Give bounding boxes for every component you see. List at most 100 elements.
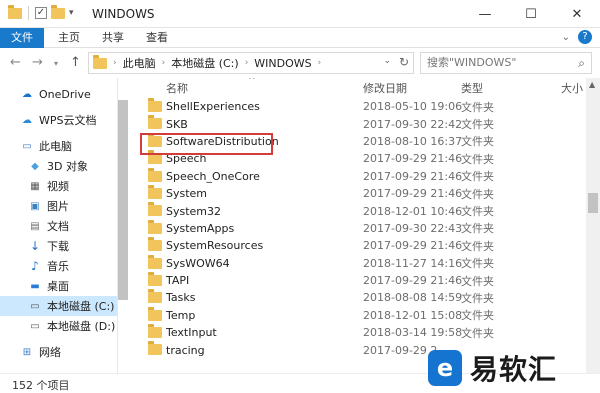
folder-icon	[93, 54, 107, 69]
new-folder-icon[interactable]	[51, 4, 65, 19]
scroll-up-icon[interactable]: ▲	[589, 80, 595, 89]
minimize-button[interactable]: —	[462, 0, 508, 28]
sort-ascending-icon: ^	[248, 78, 256, 86]
list-item[interactable]: SysWOW64 2018-11-27 14:16 文件夹	[128, 254, 586, 272]
sidebar-item-music[interactable]: ♪ 音乐	[0, 256, 117, 276]
sidebar-item-documents[interactable]: ▤ 文档	[0, 216, 117, 236]
chevron-down-icon[interactable]: ⌄	[383, 56, 391, 66]
column-header-size[interactable]: 大小	[561, 78, 583, 100]
chevron-right-icon[interactable]: ›	[245, 58, 249, 68]
back-arrow-icon[interactable]: ←	[10, 55, 21, 70]
file-name: SKB	[166, 117, 188, 131]
wps-icon: ☁	[22, 114, 32, 126]
breadcrumb-local-disk-c[interactable]: 本地磁盘 (C:)	[171, 55, 238, 71]
list-item[interactable]: System32 2018-12-01 10:46 文件夹	[128, 202, 586, 219]
sidebar-item-videos[interactable]: ▦ 视频	[0, 176, 117, 196]
file-list: 名称 ^ 修改日期 类型 大小 ShellExperiences 2018-05-…	[128, 78, 586, 373]
column-header-type[interactable]: 类型	[461, 78, 483, 100]
sidebar-item-this-pc[interactable]: ▭ 此电脑	[0, 136, 117, 156]
sidebar-item-label: 本地磁盘 (C:)	[47, 300, 115, 313]
sidebar-item-local-disk-d[interactable]: ▭ 本地磁盘 (D:)	[0, 316, 117, 336]
file-name: Speech_OneCore	[166, 169, 260, 183]
up-arrow-icon[interactable]: ↑	[70, 55, 81, 70]
file-type: 文件夹	[461, 100, 494, 114]
file-name: tracing	[166, 343, 205, 357]
file-date: 2017-09-29 21:46	[363, 239, 463, 253]
chevron-right-icon[interactable]: ›	[318, 58, 322, 68]
vertical-scrollbar[interactable]: ▲	[586, 78, 600, 373]
list-item[interactable]: TextInput 2018-03-14 19:58 文件夹	[128, 324, 586, 341]
pictures-icon: ▣	[30, 200, 40, 212]
chevron-right-icon[interactable]: ›	[162, 58, 166, 68]
file-name: Tasks	[166, 291, 196, 305]
list-item[interactable]: System 2017-09-29 21:46 文件夹	[128, 184, 586, 202]
folder-icon	[148, 115, 162, 130]
sidebar-item-local-disk-c[interactable]: ▭ 本地磁盘 (C:)	[0, 296, 117, 316]
tab-view[interactable]: 查看	[146, 28, 168, 48]
tab-share[interactable]: 共享	[102, 28, 124, 48]
tab-home[interactable]: 主页	[58, 28, 80, 48]
list-item[interactable]: SKB 2017-09-30 22:42 文件夹	[128, 115, 586, 132]
tab-file[interactable]: 文件	[0, 28, 44, 48]
close-button[interactable]: ✕	[554, 0, 600, 28]
sidebar-item-label: 网络	[39, 346, 61, 359]
list-item[interactable]: Tasks 2018-08-08 14:59 文件夹	[128, 289, 586, 306]
item-count: 152 个项目	[12, 379, 70, 392]
list-item[interactable]: SystemApps 2017-09-30 22:43 文件夹	[128, 219, 586, 237]
sidebar-item-wps-cloud[interactable]: ☁ WPS云文档	[0, 110, 117, 130]
help-icon[interactable]: ?	[578, 30, 592, 44]
column-header-date[interactable]: 修改日期	[363, 78, 407, 100]
file-type: 文件夹	[461, 205, 494, 219]
file-date: 2018-12-01 15:08	[363, 308, 463, 322]
folder-icon	[148, 254, 162, 269]
file-type: 文件夹	[461, 291, 494, 305]
file-name: SystemApps	[166, 221, 235, 235]
download-icon: ↓	[29, 239, 41, 253]
recent-locations-icon[interactable]: ▾	[54, 59, 58, 68]
sidebar-item-label: WPS云文档	[39, 114, 97, 127]
customize-toolbar-icon[interactable]: ▾	[69, 8, 74, 18]
chevron-right-icon[interactable]: ›	[113, 58, 117, 68]
search-icon[interactable]: ⌕	[578, 53, 585, 73]
expand-ribbon-icon[interactable]: ⌄	[562, 32, 570, 43]
list-item[interactable]: ShellExperiences 2018-05-10 19:06 文件夹	[128, 98, 586, 115]
sidebar-item-downloads[interactable]: ↓ 下载	[0, 236, 117, 256]
file-date: 2017-09-29 21:46	[363, 274, 463, 288]
breadcrumb-windows[interactable]: WINDOWS	[254, 57, 311, 70]
sidebar-item-label: OneDrive	[39, 87, 91, 101]
sidebar-item-onedrive[interactable]: ☁ OneDrive	[0, 84, 117, 104]
file-name: SystemResources	[166, 239, 264, 253]
list-item[interactable]: Speech_OneCore 2017-09-29 21:46 文件夹	[128, 167, 586, 185]
properties-icon[interactable]: ✓	[35, 7, 47, 19]
search-input[interactable]: 搜索"WINDOWS" ⌕	[420, 52, 592, 74]
file-date: 2017-09-29 2	[363, 343, 438, 357]
maximize-button[interactable]: ☐	[508, 0, 554, 28]
refresh-icon[interactable]: ↻	[399, 55, 409, 69]
title-bar: ✓ ▾ WINDOWS — ☐ ✕	[0, 0, 600, 28]
scrollbar-thumb[interactable]	[588, 193, 598, 213]
list-item[interactable]: Temp 2018-12-01 15:08 文件夹	[128, 306, 586, 324]
file-type: 文件夹	[461, 326, 494, 340]
file-date: 2018-12-01 10:46	[363, 204, 463, 218]
file-date: 2018-11-27 14:16	[363, 256, 463, 270]
file-name: System32	[166, 204, 222, 218]
sidebar-item-3d-objects[interactable]: ◆ 3D 对象	[0, 156, 117, 176]
sidebar-item-label: 图片	[47, 200, 69, 213]
forward-arrow-icon[interactable]: →	[32, 55, 43, 70]
list-item[interactable]: TAPI 2017-09-29 21:46 文件夹	[128, 271, 586, 289]
sidebar-item-pictures[interactable]: ▣ 图片	[0, 196, 117, 216]
file-name: ShellExperiences	[166, 100, 260, 114]
video-icon: ▦	[30, 180, 40, 192]
breadcrumb-this-pc[interactable]: 此电脑	[123, 55, 156, 71]
list-item[interactable]: SystemResources 2017-09-29 21:46 文件夹	[128, 237, 586, 254]
column-header-name[interactable]: 名称	[166, 78, 188, 100]
desktop-icon: ▬	[30, 280, 40, 292]
sidebar-scrollbar[interactable]	[118, 100, 128, 300]
address-bar[interactable]: › 此电脑 › 本地磁盘 (C:) › WINDOWS › ⌄ ↻	[88, 52, 414, 74]
sidebar-item-network[interactable]: ⊞ 网络	[0, 342, 117, 362]
sidebar-item-desktop[interactable]: ▬ 桌面	[0, 276, 117, 296]
file-name: SysWOW64	[166, 256, 230, 270]
folder-icon	[148, 237, 162, 252]
navigation-bar: ← → ▾ ↑ › 此电脑 › 本地磁盘 (C:) › WINDOWS › ⌄ …	[0, 48, 600, 78]
sidebar-item-label: 音乐	[47, 260, 69, 273]
